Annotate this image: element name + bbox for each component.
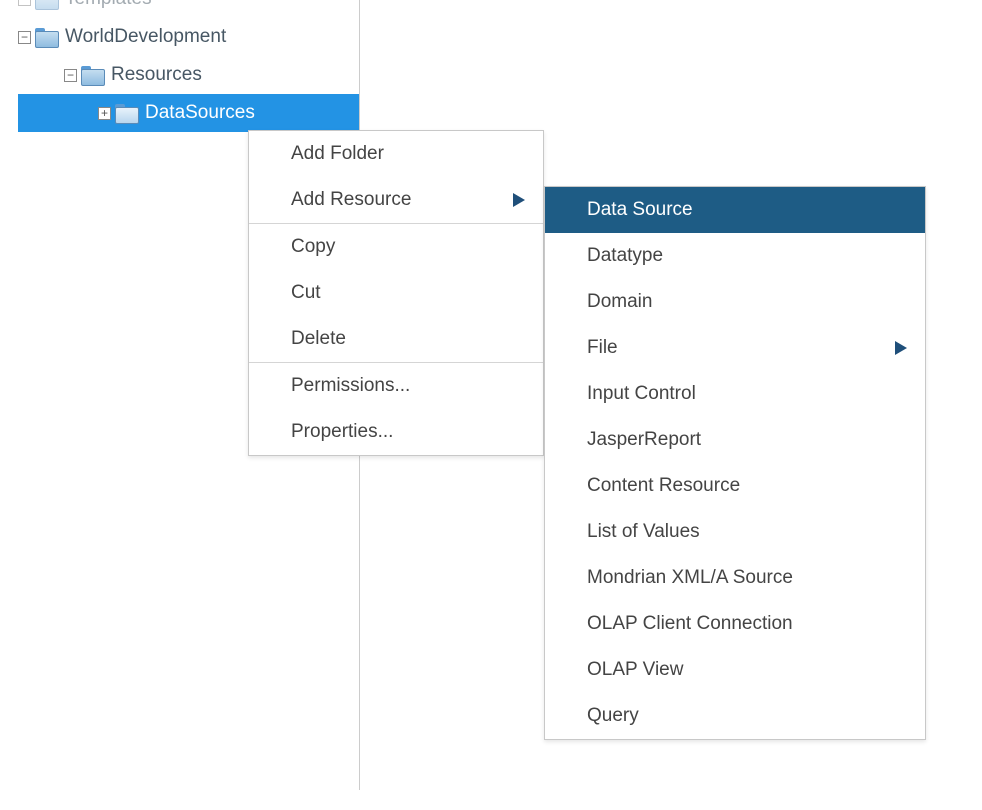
submenu-item-label: Input Control — [587, 383, 696, 405]
submenu-item-datatype[interactable]: Datatype — [545, 233, 925, 279]
chevron-right-icon — [895, 341, 907, 355]
tree-node-datasources[interactable]: + DataSources — [18, 94, 359, 132]
add-resource-submenu: Data Source Datatype Domain File Input C… — [544, 186, 926, 740]
submenu-item-label: Datatype — [587, 245, 663, 267]
submenu-item-label: OLAP Client Connection — [587, 613, 793, 635]
submenu-item-label: File — [587, 337, 618, 359]
submenu-item-olap-client-connection[interactable]: OLAP Client Connection — [545, 601, 925, 647]
tree-node-resources[interactable]: − Resources — [18, 56, 359, 94]
folder-icon — [81, 66, 103, 84]
tree-node-label: WorldDevelopment — [65, 26, 226, 48]
expand-icon[interactable]: + — [98, 107, 111, 120]
collapse-icon[interactable]: − — [18, 31, 31, 44]
menu-item-label: Permissions... — [291, 375, 410, 397]
submenu-item-query[interactable]: Query — [545, 693, 925, 739]
folder-icon — [35, 28, 57, 46]
menu-item-add-resource[interactable]: Add Resource — [249, 177, 543, 223]
menu-item-properties[interactable]: Properties... — [249, 409, 543, 455]
menu-item-label: Add Folder — [291, 143, 384, 165]
menu-item-cut[interactable]: Cut — [249, 270, 543, 316]
submenu-item-list-of-values[interactable]: List of Values — [545, 509, 925, 555]
submenu-item-content-resource[interactable]: Content Resource — [545, 463, 925, 509]
submenu-item-input-control[interactable]: Input Control — [545, 371, 925, 417]
menu-item-label: Add Resource — [291, 189, 411, 211]
submenu-item-file[interactable]: File — [545, 325, 925, 371]
menu-item-add-folder[interactable]: Add Folder — [249, 131, 543, 177]
collapse-icon[interactable]: − — [18, 0, 31, 6]
submenu-item-label: List of Values — [587, 521, 700, 543]
submenu-item-jasperreport[interactable]: JasperReport — [545, 417, 925, 463]
tree-node-label: Resources — [111, 64, 202, 86]
context-menu: Add Folder Add Resource Copy Cut Delete … — [248, 130, 544, 456]
tree-node-templates[interactable]: − Templates — [18, 0, 359, 18]
submenu-item-label: Content Resource — [587, 475, 740, 497]
submenu-item-olap-view[interactable]: OLAP View — [545, 647, 925, 693]
chevron-right-icon — [513, 193, 525, 207]
menu-item-delete[interactable]: Delete — [249, 316, 543, 362]
submenu-item-domain[interactable]: Domain — [545, 279, 925, 325]
collapse-icon[interactable]: − — [64, 69, 77, 82]
tree-node-worlddevelopment[interactable]: − WorldDevelopment — [18, 18, 359, 56]
menu-item-label: Delete — [291, 328, 346, 350]
menu-item-label: Properties... — [291, 421, 393, 443]
submenu-item-label: Query — [587, 705, 639, 727]
submenu-item-label: Data Source — [587, 199, 693, 221]
submenu-item-label: Mondrian XML/A Source — [587, 567, 793, 589]
menu-item-label: Cut — [291, 282, 321, 304]
menu-item-label: Copy — [291, 236, 335, 258]
tree-node-label: DataSources — [145, 102, 255, 124]
submenu-item-label: JasperReport — [587, 429, 701, 451]
submenu-item-data-source[interactable]: Data Source — [545, 187, 925, 233]
submenu-item-label: Domain — [587, 291, 652, 313]
submenu-item-label: OLAP View — [587, 659, 683, 681]
menu-item-copy[interactable]: Copy — [249, 224, 543, 270]
folder-icon — [115, 104, 137, 122]
tree-node-label: Templates — [65, 0, 152, 10]
folder-icon — [35, 0, 57, 8]
submenu-item-mondrian-xmla-source[interactable]: Mondrian XML/A Source — [545, 555, 925, 601]
menu-item-permissions[interactable]: Permissions... — [249, 363, 543, 409]
